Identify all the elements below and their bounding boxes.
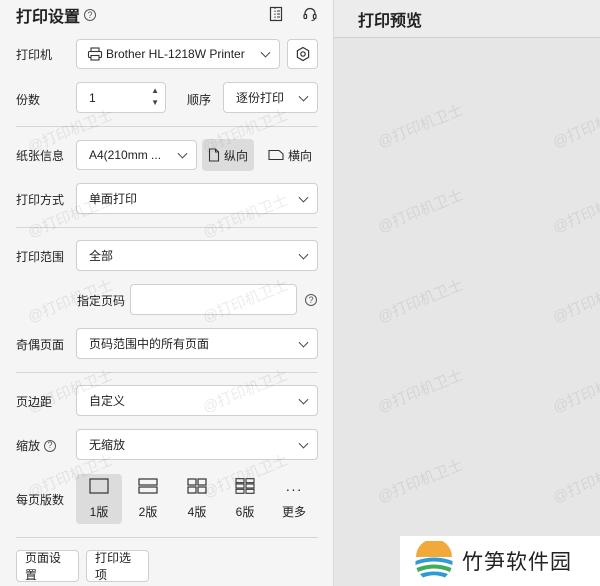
layout-6-icon (235, 478, 255, 497)
print-settings-panel: 打印设置 ? 打印机 Brother HL-1218W Printer 份数 1… (0, 0, 334, 586)
printer-value: Brother HL-1218W Printer (106, 47, 245, 61)
settings-header: 打印设置 ? (16, 4, 318, 26)
print-range-label: 打印范围 (16, 250, 65, 264)
chevron-down-icon (177, 148, 188, 159)
chevron-down-icon (298, 192, 309, 203)
layout-4-icon (187, 478, 207, 497)
layout-2-icon (138, 478, 158, 497)
odd-even-value: 页码范围中的所有页面 (89, 337, 210, 351)
layout-1-icon (89, 478, 109, 497)
odd-even-select[interactable]: 页码范围中的所有页面 (76, 328, 318, 359)
chevron-down-icon (298, 249, 309, 260)
headset-support-icon[interactable] (302, 6, 318, 25)
portrait-label: 纵向 (224, 148, 249, 163)
print-mode-label: 打印方式 (16, 193, 65, 207)
page-numbers-input[interactable] (130, 284, 297, 315)
chevron-down-icon (298, 394, 309, 405)
layout-option-label: 2版 (138, 505, 158, 519)
margin-label: 页边距 (16, 395, 53, 409)
paper-label: 纸张信息 (16, 149, 65, 163)
preview-layout-icon[interactable] (268, 6, 284, 25)
scale-label: 缩放 (16, 439, 41, 453)
stepper-up-icon[interactable]: ▲ (151, 87, 159, 95)
printer-select[interactable]: Brother HL-1218W Printer (76, 39, 280, 69)
site-logo: 竹笋软件园 (400, 536, 600, 586)
scale-value: 无缩放 (89, 438, 126, 452)
print-preview-panel: 打印预览 (334, 0, 600, 586)
page-numbers-label: 指定页码 (77, 294, 126, 308)
scale-label-row: 缩放 ? (16, 437, 57, 454)
page-setup-button[interactable]: 页面设置 (16, 550, 79, 582)
portrait-page-icon (208, 148, 220, 162)
divider (16, 537, 318, 538)
odd-even-label: 奇偶页面 (16, 338, 65, 352)
printer-label: 打印机 (16, 48, 53, 62)
printer-icon (87, 47, 103, 61)
paper-size-value: A4(210mm ... (89, 148, 162, 162)
layout-option-label: 更多 (281, 505, 306, 519)
settings-title: 打印设置 (16, 9, 81, 26)
divider (16, 126, 318, 127)
landscape-page-icon (268, 149, 284, 161)
copies-label: 份数 (16, 93, 41, 107)
landscape-label: 横向 (288, 148, 313, 163)
layout-option-1[interactable]: 1版 (76, 474, 122, 524)
bamboo-shoot-logo-icon (414, 541, 454, 581)
margin-value: 自定义 (89, 394, 126, 408)
orientation-landscape-button[interactable]: 横向 (262, 139, 318, 171)
print-mode-select[interactable]: 单面打印 (76, 183, 318, 214)
chevron-down-icon (298, 337, 309, 348)
logo-text: 竹笋软件园 (462, 551, 572, 574)
layout-option-more[interactable]: ··· 更多 (271, 474, 317, 524)
chevron-down-icon (298, 438, 309, 449)
per-page-label: 每页版数 (16, 493, 65, 507)
print-mode-value: 单面打印 (89, 192, 138, 206)
chevron-down-icon (260, 47, 271, 58)
print-range-value: 全部 (89, 249, 114, 263)
print-options-button[interactable]: 打印选项 (86, 550, 149, 582)
divider (16, 372, 318, 373)
layout-option-4[interactable]: 4版 (174, 474, 220, 524)
order-label: 顺序 (187, 93, 212, 107)
help-icon[interactable]: ? (84, 9, 97, 21)
more-dots-icon: ··· (285, 481, 303, 497)
order-select[interactable]: 逐份打印 (223, 82, 318, 113)
margin-select[interactable]: 自定义 (76, 385, 318, 416)
help-icon[interactable]: ? (305, 294, 317, 306)
paper-size-select[interactable]: A4(210mm ... (76, 140, 197, 170)
layout-option-label: 6版 (235, 505, 255, 519)
help-icon[interactable]: ? (44, 439, 57, 452)
hexagon-settings-icon (295, 46, 311, 62)
divider (16, 227, 318, 228)
layout-option-2[interactable]: 2版 (125, 474, 171, 524)
layout-option-label: 4版 (187, 505, 207, 519)
order-value: 逐份打印 (236, 91, 285, 105)
print-range-select[interactable]: 全部 (76, 240, 318, 271)
layout-option-6[interactable]: 6版 (222, 474, 268, 524)
stepper-down-icon[interactable]: ▼ (151, 99, 159, 107)
printer-properties-button[interactable] (287, 39, 318, 69)
chevron-down-icon (298, 91, 309, 102)
layout-option-label: 1版 (89, 505, 109, 519)
preview-title: 打印预览 (334, 0, 600, 38)
copies-value: 1 (89, 90, 96, 105)
scale-select[interactable]: 无缩放 (76, 429, 318, 460)
copies-stepper[interactable]: 1 ▲ ▼ (76, 82, 166, 113)
orientation-portrait-button[interactable]: 纵向 (202, 139, 255, 171)
